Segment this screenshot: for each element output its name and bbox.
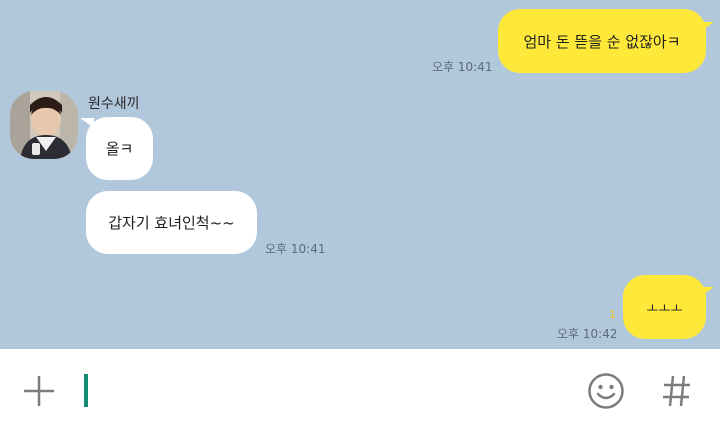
- text-cursor: [84, 374, 88, 407]
- message-text: 올ㅋ: [105, 140, 134, 158]
- smiley-icon: [588, 373, 624, 409]
- plus-icon: [24, 376, 54, 406]
- bubble-tail: [700, 287, 714, 297]
- their-message-bubble[interactable]: 갑자기 효녀인척~~: [86, 191, 257, 254]
- message-time: 오후 10:41: [265, 242, 326, 256]
- sender-name: 원수새끼: [88, 96, 140, 112]
- avatar-photo: [10, 91, 78, 159]
- avatar[interactable]: [10, 91, 78, 159]
- message-text: 엄마 돈 뜯을 순 없잖아ㅋ: [523, 32, 681, 51]
- message-input[interactable]: [80, 362, 560, 418]
- my-message-bubble[interactable]: 엄마 돈 뜯을 순 없잖아ㅋ: [498, 9, 706, 73]
- emoji-button[interactable]: [584, 369, 628, 413]
- hash-icon: [663, 375, 690, 407]
- message-time: 오후 10:42: [557, 327, 618, 341]
- bubble-tail: [80, 118, 94, 128]
- my-message-bubble[interactable]: ㅗㅗㅗ: [623, 275, 706, 339]
- add-button[interactable]: [18, 370, 60, 412]
- message-text: 갑자기 효녀인척~~: [108, 214, 235, 232]
- message-text: ㅗㅗㅗ: [646, 301, 683, 317]
- their-message-bubble[interactable]: 올ㅋ: [86, 117, 153, 180]
- chat-area: 엄마 돈 뜯을 순 없잖아ㅋ 오후 10:41 원수새끼 올ㅋ 갑자기 효녀인척…: [0, 0, 720, 349]
- bubble-tail: [700, 22, 714, 32]
- hashtag-button[interactable]: [656, 370, 698, 412]
- message-time: 오후 10:41: [432, 60, 493, 74]
- unread-count: 1: [609, 308, 616, 321]
